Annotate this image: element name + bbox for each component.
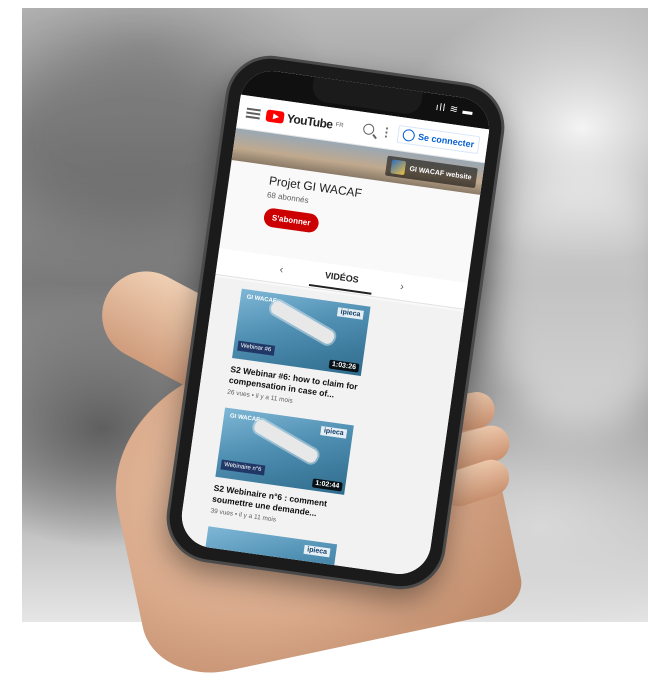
sign-in-button[interactable]: Se connecter: [397, 124, 481, 154]
menu-icon[interactable]: [245, 107, 261, 119]
video-thumbnail[interactable]: GI WACAF ipieca Webinaire n°6 1:02:44: [215, 407, 354, 495]
video-card[interactable]: GI WACAF ipieca Webinaire n°6 1:02:44 S2…: [210, 407, 413, 540]
thumb-org-right: ipieca: [337, 307, 364, 320]
status-icons: ıll ≋ ▬: [434, 101, 475, 119]
video-duration: 1:02:44: [311, 478, 343, 492]
website-link-label: GI WACAF website: [408, 165, 472, 181]
video-card[interactable]: GI WACAF ipieca Webinar #6 1:03:26 S2 We…: [227, 288, 430, 422]
region-code: FR: [335, 121, 344, 129]
more-options-icon[interactable]: ⋮: [380, 124, 394, 140]
tabs-next-icon[interactable]: ›: [399, 281, 404, 293]
thumb-org-left: GI WACAF: [229, 413, 261, 424]
youtube-logo[interactable]: YouTube FR: [265, 108, 344, 133]
ship-image: [252, 417, 320, 465]
phone-screen: ıll ≋ ▬ YouTube FR ⋮ Se connecter GI WAC…: [177, 66, 494, 579]
website-link[interactable]: GI WACAF website: [385, 155, 478, 189]
subscribe-button[interactable]: S'abonner: [262, 207, 320, 234]
thumb-label: Webinaire n°6: [220, 459, 266, 476]
tabs-prev-icon[interactable]: ‹: [279, 264, 284, 276]
search-icon[interactable]: [362, 123, 376, 136]
thumb-org-right: ipieca: [320, 426, 348, 439]
tab-videos[interactable]: VIDÉOS: [309, 262, 375, 295]
sign-in-label: Se connecter: [417, 131, 475, 150]
youtube-play-icon: [265, 108, 285, 124]
video-duration: 1:03:26: [328, 359, 360, 373]
video-thumbnail[interactable]: GI WACAF ipieca Webinar #6 1:03:26: [232, 288, 371, 377]
thumb-label: Webinar #6: [237, 340, 275, 356]
youtube-wordmark: YouTube: [286, 110, 334, 132]
website-favicon: [390, 159, 407, 176]
channel-header: Projet GI WACAF 68 abonnés S'abonner: [262, 173, 363, 239]
thumb-org-left: GI WACAF: [246, 294, 277, 305]
video-list: GI WACAF ipieca Webinar #6 1:03:26 S2 We…: [177, 276, 464, 579]
user-icon: [402, 128, 417, 142]
thumb-org-right: ipieca: [303, 544, 331, 558]
ship-image: [268, 298, 337, 346]
